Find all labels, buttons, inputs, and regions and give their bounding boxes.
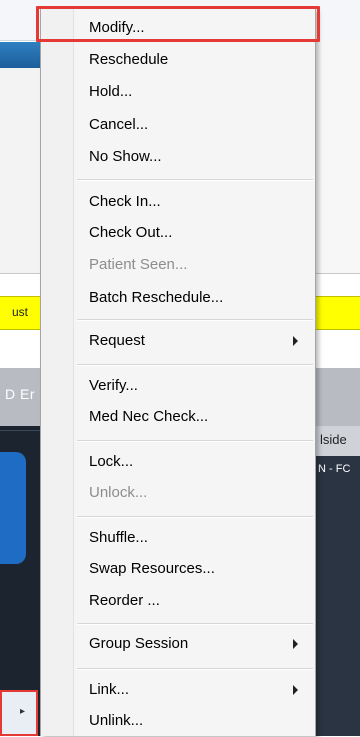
menu-item-label: Lock... (89, 453, 134, 470)
menu-separator (77, 440, 313, 442)
menu-item-label: Reschedule (89, 51, 169, 68)
grid-header-right (316, 368, 360, 426)
menu-item-reorder[interactable]: Reorder ... (44, 585, 312, 617)
menu-item-label: Swap Resources... (89, 560, 215, 577)
menu-separator (77, 364, 313, 366)
grid-cell-text: N - FC (318, 463, 351, 475)
menu-item-group-session[interactable]: Group Session (44, 628, 312, 660)
modify-highlight-outline (36, 6, 320, 42)
menu-item-unlink[interactable]: Unlink... (44, 705, 312, 737)
submenu-arrow-icon (293, 685, 298, 695)
menu-separator (77, 516, 313, 518)
menu-item-label: Med Nec Check... (89, 408, 209, 425)
menu-item-label: Reorder ... (89, 592, 160, 609)
highlighted-row-button[interactable] (0, 690, 38, 736)
menu-item-patient-seen: Patient Seen... (44, 249, 312, 281)
menu-separator (77, 319, 313, 321)
menu-item-label: Unlink... (89, 712, 144, 729)
menu-item-cancel[interactable]: Cancel... (44, 109, 312, 141)
submenu-arrow-icon (293, 639, 298, 649)
grid-header-text: D Er (5, 386, 35, 402)
menu-item-check-out[interactable]: Check Out... (44, 217, 312, 249)
menu-separator (77, 668, 313, 670)
menu-item-label: Group Session (89, 635, 189, 652)
menu-item-med-nec-check[interactable]: Med Nec Check... (44, 401, 312, 433)
menu-item-label: Patient Seen... (89, 256, 188, 273)
menu-separator (77, 623, 313, 625)
right-panel (316, 40, 360, 274)
menu-separator (77, 179, 313, 181)
menu-item-lock[interactable]: Lock... (44, 446, 312, 478)
grid-line (0, 430, 40, 431)
menu-item-unlock: Unlock... (44, 477, 312, 509)
yellow-banner-text: ust (11, 305, 28, 319)
menu-item-no-show[interactable]: No Show... (44, 141, 312, 173)
menu-item-shuffle[interactable]: Shuffle... (44, 522, 312, 554)
menu-item-label: Unlock... (89, 484, 148, 501)
menu-item-label: Check In... (89, 193, 161, 210)
chevron-right-icon: ▸ (20, 706, 26, 717)
menu-item-label: Cancel... (89, 116, 149, 133)
menu-item-check-in[interactable]: Check In... (44, 186, 312, 218)
appointment-block[interactable] (0, 452, 26, 564)
menu-item-label: Check Out... (89, 224, 173, 241)
menu-item-label: Link... (89, 681, 130, 698)
menu-item-label: No Show... (89, 148, 162, 165)
menu-item-request[interactable]: Request (44, 325, 312, 357)
menu-item-label: Shuffle... (89, 529, 148, 546)
submenu-arrow-icon (293, 336, 298, 346)
menu-item-label: Verify... (89, 377, 138, 394)
menu-item-label: Request (89, 332, 145, 349)
left-panel (0, 68, 41, 274)
menu-item-label: Batch Reschedule... (89, 289, 224, 306)
menu-item-hold[interactable]: Hold... (44, 76, 312, 108)
menu-item-reschedule[interactable]: Reschedule (44, 44, 312, 76)
menu-item-link[interactable]: Link... (44, 674, 312, 706)
active-tab[interactable] (0, 42, 40, 68)
menu-item-label: Hold... (89, 83, 133, 100)
context-menu: Modify... Reschedule Hold... Cancel... N… (40, 8, 316, 736)
menu-item-swap-resources[interactable]: Swap Resources... (44, 553, 312, 585)
menu-item-verify[interactable]: Verify... (44, 370, 312, 402)
menu-item-batch-reschedule[interactable]: Batch Reschedule... (44, 282, 312, 314)
column-header-text: lside (320, 432, 347, 447)
yellow-banner-right (316, 296, 360, 330)
